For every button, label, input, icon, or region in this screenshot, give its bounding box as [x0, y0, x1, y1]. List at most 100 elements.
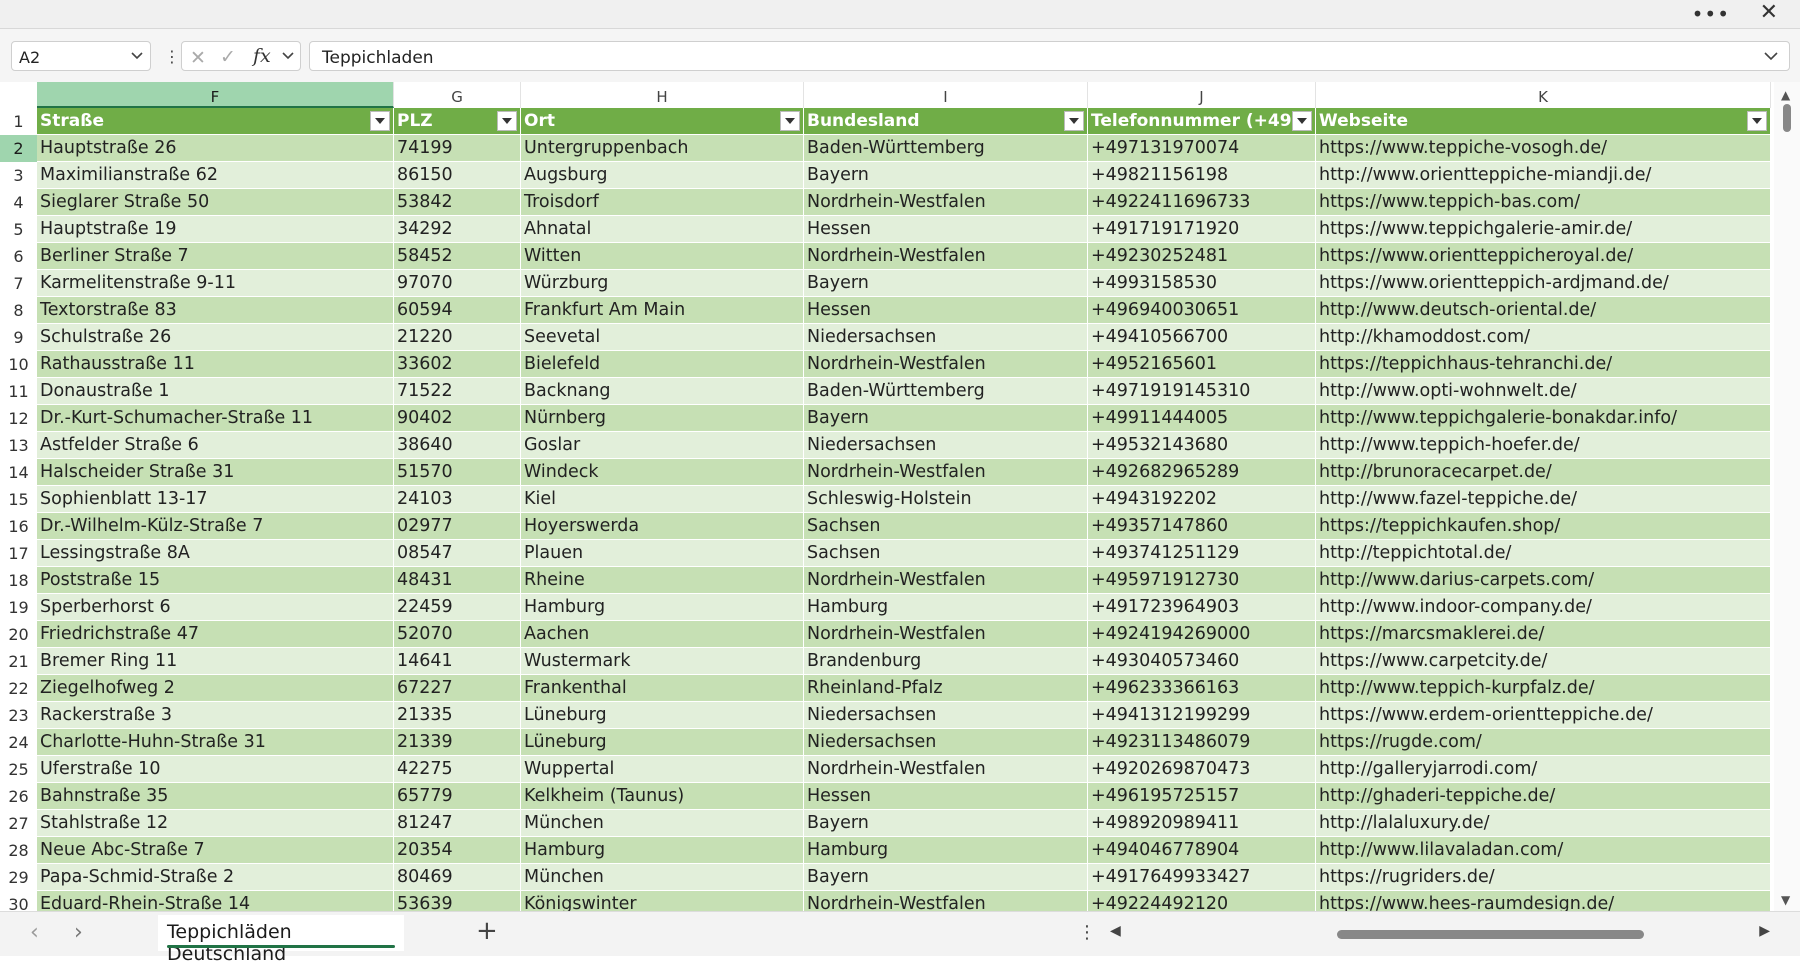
table-cell[interactable]: 86150 [394, 162, 521, 189]
table-cell[interactable]: 97070 [394, 270, 521, 297]
table-cell[interactable]: 52070 [394, 621, 521, 648]
table-cell[interactable]: +496233366163 [1088, 675, 1316, 702]
table-cell[interactable]: Kelkheim (Taunus) [521, 783, 804, 810]
table-cell[interactable]: Bayern [804, 864, 1088, 891]
table-cell[interactable]: https://teppichhaus-tehranchi.de/ [1316, 351, 1771, 378]
table-cell[interactable]: Nordrhein-Westfalen [804, 756, 1088, 783]
table-cell[interactable]: https://teppichkaufen.shop/ [1316, 513, 1771, 540]
table-cell[interactable]: Astfelder Straße 6 [37, 432, 394, 459]
cancel-icon[interactable]: ✕ [190, 47, 206, 69]
table-cell[interactable]: Dr.-Kurt-Schumacher-Straße 11 [37, 405, 394, 432]
table-cell[interactable]: +49410566700 [1088, 324, 1316, 351]
table-cell[interactable]: http://lalaluxury.de/ [1316, 810, 1771, 837]
table-cell[interactable]: +492682965289 [1088, 459, 1316, 486]
table-cell[interactable]: Hessen [804, 297, 1088, 324]
table-cell[interactable]: +49357147860 [1088, 513, 1316, 540]
row-header[interactable]: 9 [0, 324, 37, 351]
row-header[interactable]: 23 [0, 702, 37, 729]
table-cell[interactable]: Hoyerswerda [521, 513, 804, 540]
table-cell[interactable]: Bahnstraße 35 [37, 783, 394, 810]
row-header[interactable]: 8 [0, 297, 37, 324]
table-cell[interactable]: +494046778904 [1088, 837, 1316, 864]
row-header[interactable]: 22 [0, 675, 37, 702]
table-cell[interactable]: http://www.teppich-kurpfalz.de/ [1316, 675, 1771, 702]
table-cell[interactable]: +4917649933427 [1088, 864, 1316, 891]
table-cell[interactable]: http://www.darius-carpets.com/ [1316, 567, 1771, 594]
table-cell[interactable]: Berliner Straße 7 [37, 243, 394, 270]
table-cell[interactable]: Wuppertal [521, 756, 804, 783]
table-cell[interactable]: +495971912730 [1088, 567, 1316, 594]
table-cell[interactable]: Augsburg [521, 162, 804, 189]
table-cell[interactable]: Bayern [804, 810, 1088, 837]
table-cell[interactable]: +493741251129 [1088, 540, 1316, 567]
table-cell[interactable]: Schulstraße 26 [37, 324, 394, 351]
table-cell[interactable]: https://www.carpetcity.de/ [1316, 648, 1771, 675]
table-cell[interactable]: https://www.teppiche-vosogh.de/ [1316, 135, 1771, 162]
table-cell[interactable]: http://khamoddost.com/ [1316, 324, 1771, 351]
row-header[interactable]: 3 [0, 162, 37, 189]
table-cell[interactable]: Nordrhein-Westfalen [804, 189, 1088, 216]
row-header[interactable]: 16 [0, 513, 37, 540]
table-cell[interactable]: 21335 [394, 702, 521, 729]
table-cell[interactable]: Rheine [521, 567, 804, 594]
table-cell[interactable]: https://www.orientteppich-ardjmand.de/ [1316, 270, 1771, 297]
table-cell[interactable]: +4993158530 [1088, 270, 1316, 297]
filter-dropdown-icon[interactable] [780, 111, 800, 131]
table-cell[interactable]: +49224492120 [1088, 891, 1316, 911]
row-header[interactable]: 4 [0, 189, 37, 216]
table-cell[interactable]: 71522 [394, 378, 521, 405]
table-cell[interactable]: +498920989411 [1088, 810, 1316, 837]
vertical-dots-icon[interactable]: ⋮ [164, 47, 180, 66]
horizontal-scroll-thumb[interactable] [1337, 930, 1644, 939]
filter-dropdown-icon[interactable] [1292, 111, 1312, 131]
table-cell[interactable]: http://www.fazel-teppiche.de/ [1316, 486, 1771, 513]
table-cell[interactable]: 42275 [394, 756, 521, 783]
row-header[interactable]: 14 [0, 459, 37, 486]
row-header[interactable]: 20 [0, 621, 37, 648]
table-cell[interactable]: 02977 [394, 513, 521, 540]
filter-dropdown-icon[interactable] [1064, 111, 1084, 131]
row-header[interactable]: 17 [0, 540, 37, 567]
column-header-f[interactable]: F [37, 82, 394, 108]
table-cell[interactable]: +4971919145310 [1088, 378, 1316, 405]
table-cell[interactable]: Witten [521, 243, 804, 270]
table-cell[interactable]: Bielefeld [521, 351, 804, 378]
table-cell[interactable]: Sperberhorst 6 [37, 594, 394, 621]
table-cell[interactable]: 53842 [394, 189, 521, 216]
row-header[interactable]: 7 [0, 270, 37, 297]
table-cell[interactable]: 51570 [394, 459, 521, 486]
table-cell[interactable]: +4952165601 [1088, 351, 1316, 378]
table-cell[interactable]: http://www.opti-wohnwelt.de/ [1316, 378, 1771, 405]
table-cell[interactable]: https://www.erdem-orientteppiche.de/ [1316, 702, 1771, 729]
row-header[interactable]: 27 [0, 810, 37, 837]
name-box[interactable]: A2 [11, 41, 151, 71]
table-cell[interactable]: Hamburg [521, 837, 804, 864]
table-cell[interactable]: 74199 [394, 135, 521, 162]
table-cell[interactable]: Sophienblatt 13-17 [37, 486, 394, 513]
table-cell[interactable]: Hamburg [804, 594, 1088, 621]
table-cell[interactable]: 58452 [394, 243, 521, 270]
table-cell[interactable]: http://www.indoor-company.de/ [1316, 594, 1771, 621]
table-cell[interactable]: Rheinland-Pfalz [804, 675, 1088, 702]
table-cell[interactable]: Eduard-Rhein-Straße 14 [37, 891, 394, 911]
row-header[interactable]: 18 [0, 567, 37, 594]
table-cell[interactable]: +4923113486079 [1088, 729, 1316, 756]
sheet-options-icon[interactable]: ⋮ [1078, 922, 1096, 943]
table-cell[interactable]: Textorstraße 83 [37, 297, 394, 324]
table-cell[interactable]: http://www.teppichgalerie-bonakdar.info/ [1316, 405, 1771, 432]
table-cell[interactable]: 80469 [394, 864, 521, 891]
table-cell[interactable]: 34292 [394, 216, 521, 243]
table-cell[interactable]: https://www.hees-raumdesign.de/ [1316, 891, 1771, 911]
column-header-j[interactable]: J [1088, 82, 1316, 108]
column-header-k[interactable]: K [1316, 82, 1771, 108]
table-cell[interactable]: +4941312199299 [1088, 702, 1316, 729]
table-cell[interactable]: Uferstraße 10 [37, 756, 394, 783]
table-cell[interactable]: München [521, 810, 804, 837]
sheet-tab-active[interactable]: Teppichläden Deutschland [158, 915, 404, 965]
header-cell[interactable]: PLZ [394, 108, 521, 135]
more-options-icon[interactable]: ••• [1692, 2, 1730, 26]
table-cell[interactable]: https://www.teppich-bas.com/ [1316, 189, 1771, 216]
header-cell[interactable]: Telefonnummer (+49) [1088, 108, 1316, 135]
table-cell[interactable]: 14641 [394, 648, 521, 675]
table-cell[interactable]: Niedersachsen [804, 729, 1088, 756]
